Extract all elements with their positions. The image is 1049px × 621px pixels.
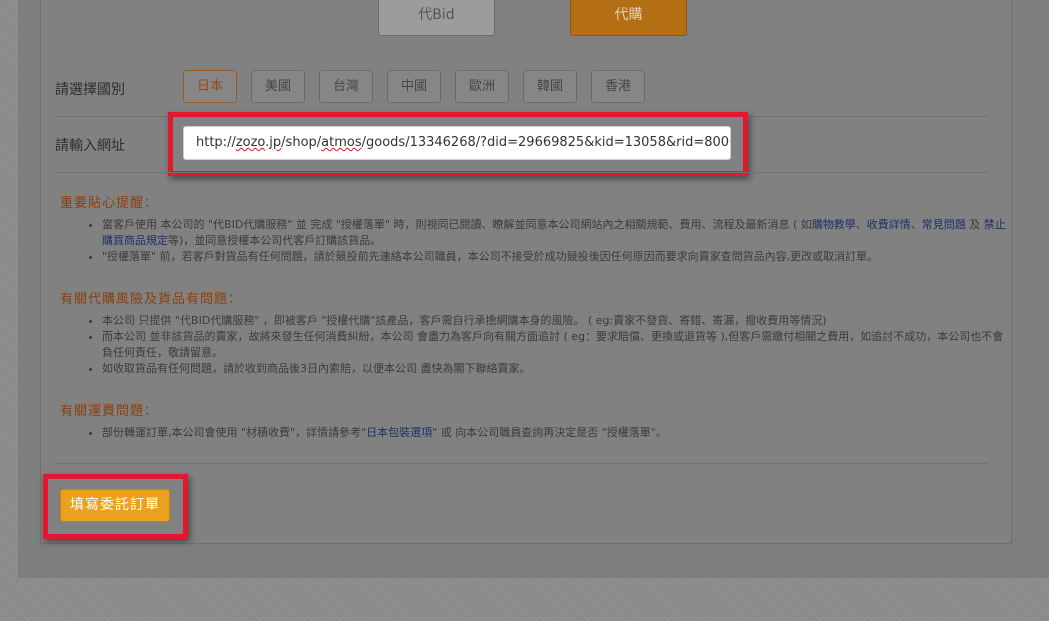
separator: 、 <box>855 218 867 231</box>
tab-daibid[interactable]: 代Bid <box>378 0 495 36</box>
risk-list: 本公司 只提供 "代BID代購服務" ，即被客戶 "授權代購"該產品，客戶需自行… <box>88 313 1007 377</box>
url-part: /shop/ <box>281 135 322 150</box>
fees-link[interactable]: 收費詳情 <box>867 218 911 231</box>
region-taiwan-button[interactable]: 台灣 <box>319 70 373 103</box>
list-item: 如收取貨品有任何問題，請於收到商品後3日內索賠，以便本公司 盡快為閣下聯絡賣家。 <box>102 361 1007 377</box>
notice-text: 當客戶使用 本公司的 "代BID代購服務" 並 完成 "授權落單" 時，則視同已… <box>102 218 812 231</box>
divider <box>55 172 988 173</box>
url-label: 請輸入網址 <box>55 138 125 154</box>
url-part: atmos <box>321 135 362 150</box>
separator: 、 <box>910 218 922 231</box>
risk-title: 有關代購風險及貨品有問題： <box>60 292 243 307</box>
region-japan-button[interactable]: 日本 <box>183 70 237 103</box>
tab-daigou[interactable]: 代購 <box>570 0 687 36</box>
submit-order-button[interactable]: 填寫委託訂單 <box>60 489 170 522</box>
notice-text: 等)，並同意授權本公司代客戶訂購該貨品。 <box>168 234 382 247</box>
packing-options-link[interactable]: 日本包裝選項 <box>366 426 432 439</box>
list-item: 而本公司 並非該貨品的賣家，故將來發生任何消費糾紛，本公司 會盡力為客戶向有關方… <box>102 329 1007 361</box>
list-item: "授權落單" 前，若客戶對貨品有任何問題，請於競投前先連絡本公司職員，本公司不接… <box>102 249 1007 265</box>
region-hongkong-button[interactable]: 香港 <box>591 70 645 103</box>
list-item: 部份轉運訂單,本公司會使用 "材積收費"，詳情請參考"日本包裝選項" 或 向本公… <box>102 425 1007 441</box>
region-label: 請選擇國別 <box>55 82 125 98</box>
shipping-title: 有關運費問題： <box>60 404 159 419</box>
region-china-button[interactable]: 中國 <box>387 70 441 103</box>
shipping-text: " 或 向本公司職員查詢再決定是否 "授權落單"。 <box>432 426 667 439</box>
list-item: 當客戶使用 本公司的 "代BID代購服務" 並 完成 "授權落單" 時，則視同已… <box>102 217 1007 249</box>
url-part: /goods/13346268/?did=29669825&kid=13058&… <box>361 135 731 150</box>
separator: 及 <box>965 218 984 231</box>
tutorial-link[interactable]: 購物教學 <box>812 218 856 231</box>
region-europe-button[interactable]: 歐洲 <box>455 70 509 103</box>
divider <box>55 463 988 464</box>
url-part: zozo <box>235 135 266 150</box>
region-korea-button[interactable]: 韓國 <box>523 70 577 103</box>
notice-title: 重要貼心提醒： <box>60 196 159 211</box>
url-part: http:// <box>196 135 236 150</box>
url-input[interactable]: http://zozo.jp/shop/atmos/goods/13346268… <box>183 126 731 160</box>
shipping-text: 部份轉運訂單,本公司會使用 "材積收費"，詳情請參考" <box>102 426 367 439</box>
shipping-list: 部份轉運訂單,本公司會使用 "材積收費"，詳情請參考"日本包裝選項" 或 向本公… <box>88 425 1007 441</box>
region-usa-button[interactable]: 美國 <box>251 70 305 103</box>
notice-list: 當客戶使用 本公司的 "代BID代購服務" 並 完成 "授權落單" 時，則視同已… <box>88 217 1007 265</box>
url-part: jp <box>269 135 282 150</box>
list-item: 本公司 只提供 "代BID代購服務" ，即被客戶 "授權代購"該產品，客戶需自行… <box>102 313 1007 329</box>
faq-link[interactable]: 常見問題 <box>922 218 966 231</box>
